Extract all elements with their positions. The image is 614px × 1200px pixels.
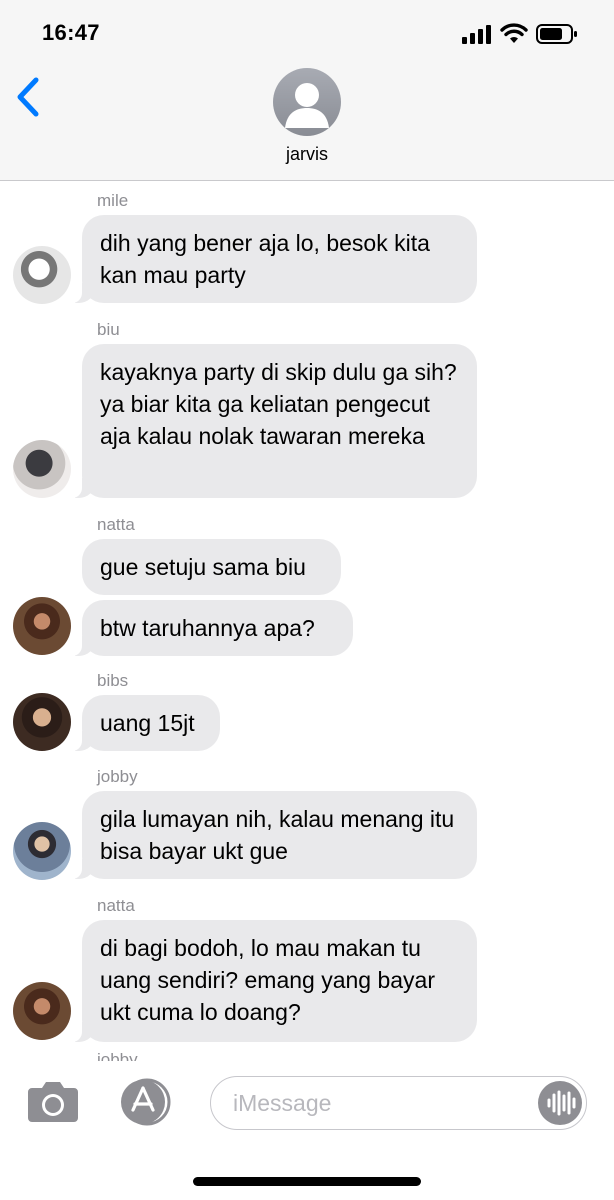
sender-label: jobby: [97, 767, 138, 786]
sender-label: bibs: [97, 671, 129, 690]
status-icons: [462, 22, 578, 46]
sender-avatar[interactable]: [13, 597, 71, 655]
back-chevron-icon[interactable]: [10, 72, 50, 122]
message-input-placeholder: iMessage: [233, 1090, 332, 1116]
message-bubble[interactable]: di bagi bodoh, lo mau makan tu uang send…: [72, 920, 477, 1042]
message-bubble[interactable]: gila lumayan nih, kalau menang itu bisa …: [72, 791, 477, 879]
sender-avatar[interactable]: [13, 693, 71, 751]
battery-icon: [536, 24, 577, 44]
sender-avatar[interactable]: [13, 982, 71, 1040]
wifi-icon: [500, 23, 528, 43]
home-indicator[interactable]: [193, 1177, 421, 1186]
cellular-signal-icon: [462, 25, 491, 44]
sender-avatar[interactable]: [13, 822, 71, 880]
app-store-icon[interactable]: [114, 1078, 176, 1126]
sender-label: biu: [97, 320, 120, 339]
message-bubble[interactable]: btw taruhannya apa?: [72, 600, 353, 656]
sender-avatar[interactable]: [13, 440, 71, 498]
message-input[interactable]: iMessage: [210, 1076, 587, 1130]
status-time: 16:47: [42, 20, 100, 45]
message-bubble[interactable]: uang 15jt: [72, 695, 220, 751]
audio-message-button[interactable]: [538, 1081, 582, 1125]
conversation-header: 16:47 jarvis: [0, 0, 614, 181]
sender-label: natta: [97, 896, 135, 915]
message-bubble[interactable]: gue setuju sama biu: [82, 539, 341, 595]
waveform-icon: [547, 1090, 576, 1116]
sender-label: mile: [97, 191, 129, 210]
sender-label: jobby: [97, 1050, 138, 1061]
sender-avatar[interactable]: [13, 246, 71, 304]
message-bubble[interactable]: dih yang bener aja lo, besok kita kan ma…: [72, 215, 477, 303]
contact-avatar[interactable]: [273, 68, 341, 136]
sender-label: natta: [97, 515, 135, 534]
message-list[interactable]: mile dih yang bener aja lo, besok kita k…: [0, 181, 614, 1061]
camera-icon[interactable]: [26, 1079, 80, 1123]
contact-name[interactable]: jarvis: [0, 144, 614, 165]
message-bubble[interactable]: kayaknya party di skip dulu ga sih? ya b…: [72, 344, 477, 498]
person-silhouette-icon: [285, 83, 329, 128]
